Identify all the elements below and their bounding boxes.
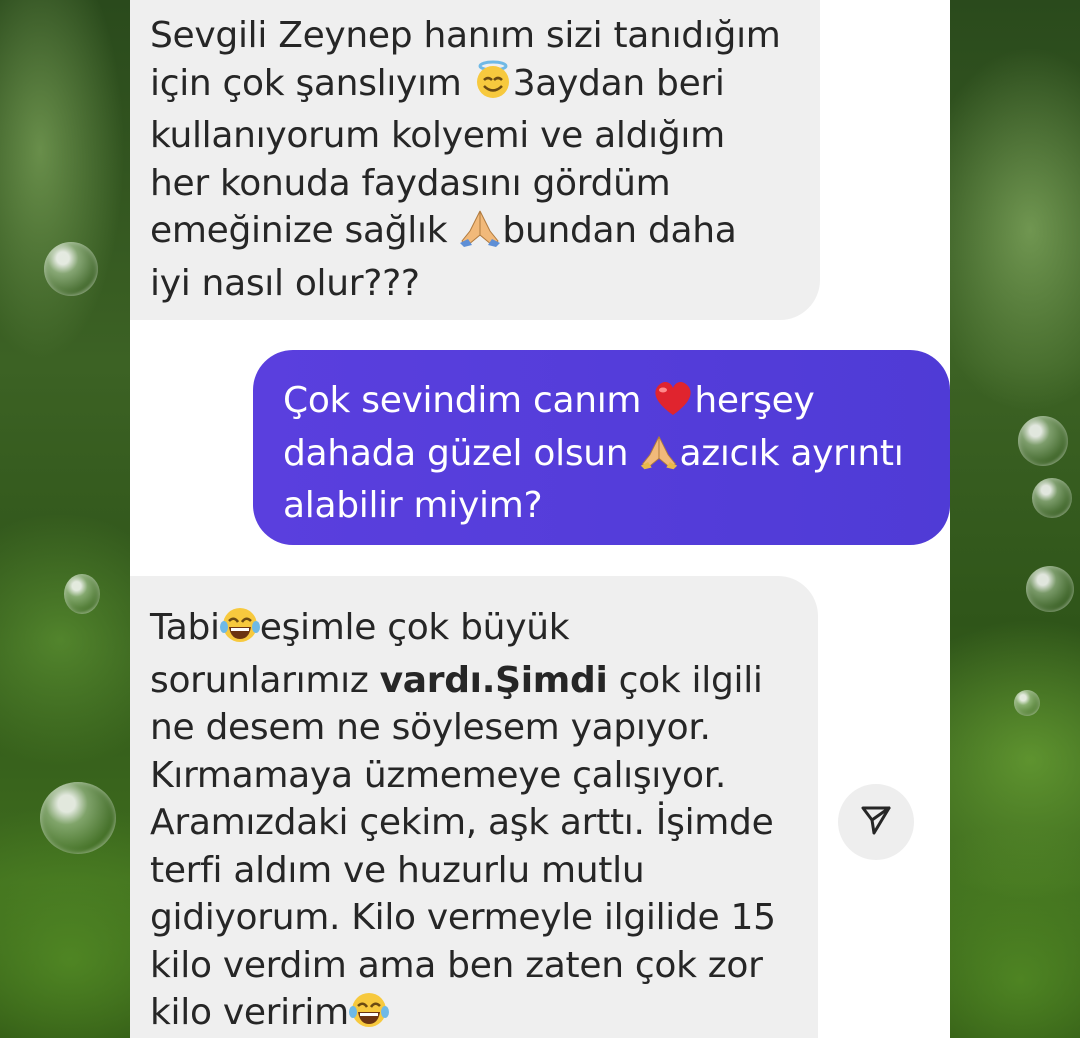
- message-line: için çok şanslıyım 3aydan beri: [150, 60, 820, 113]
- smiling-face-with-halo-icon: [473, 60, 513, 113]
- folded-hands-icon: [458, 209, 502, 260]
- outgoing-message-bubble[interactable]: Çok sevindim canım herşey dahada güzel o…: [253, 350, 950, 545]
- water-droplet: [1014, 690, 1040, 716]
- message-line: terfi aldım ve huzurlu mutlu: [150, 849, 645, 891]
- folded-hands-icon: [639, 434, 679, 483]
- water-droplet: [64, 574, 100, 614]
- water-droplet: [44, 242, 98, 296]
- share-button[interactable]: [838, 784, 914, 860]
- message-line: kilo verdim ama ben zaten çok zor: [150, 944, 763, 986]
- message-line: gidiyorum. Kilo vermeyle ilgilide 15: [150, 897, 776, 938]
- water-droplet: [1026, 566, 1074, 612]
- send-share-icon: [859, 803, 893, 841]
- message-line: iyi nasıl olur???: [150, 262, 420, 304]
- message-line: kilo veririm: [150, 989, 818, 1038]
- bold-text: vardı.Şimdi: [379, 659, 608, 701]
- water-droplet: [40, 782, 116, 854]
- red-heart-icon: [652, 379, 694, 430]
- message-line: kullanıyorum kolyemi ve aldığım: [150, 115, 725, 156]
- message-line: her konuda faydasını gördüm: [150, 162, 671, 204]
- incoming-message-bubble[interactable]: Sevgili Zeynep hanım sizi tanıdığım için…: [130, 0, 820, 320]
- message-line: Aramızdaki çekim, aşk arttı. İşimde: [150, 802, 774, 843]
- message-line: Tabi eşimle çok büyük: [150, 604, 818, 657]
- message-line: alabilir miyim?: [283, 485, 543, 526]
- face-with-tears-of-joy-icon: [219, 606, 260, 657]
- message-line: Sevgili Zeynep hanım sizi tanıdığım: [150, 15, 781, 56]
- message-line: dahada güzel olsun azıcık ayrıntı: [283, 430, 950, 483]
- water-droplet: [1032, 478, 1072, 518]
- incoming-message-bubble[interactable]: Tabi eşimle çok büyük sorunlarımız vardı.…: [130, 576, 818, 1038]
- water-droplet: [1018, 416, 1068, 466]
- face-with-tears-of-joy-icon: [348, 991, 389, 1038]
- message-line: Kırmamaya üzmemeye çalışıyor.: [150, 754, 727, 796]
- message-line: Çok sevindim canım herşey: [283, 377, 950, 430]
- message-line: sorunlarımız vardı.Şimdi çok ilgili: [150, 659, 763, 701]
- message-line: ne desem ne söylesem yapıyor.: [150, 707, 711, 748]
- message-line: emeğinize sağlık bundan daha: [150, 207, 820, 260]
- screen: Sevgili Zeynep hanım sizi tanıdığım için…: [0, 0, 1080, 1038]
